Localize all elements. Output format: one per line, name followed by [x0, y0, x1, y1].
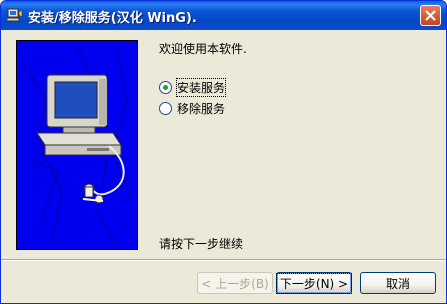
next-button[interactable]: 下一步(N) > [275, 272, 353, 294]
next-button-label: 下一步(N) > [275, 272, 353, 294]
wizard-window: 安装/移除服务(汉化 WinG). 欢迎使用本软件. 安装服务 移除服务 请按下… [0, 0, 447, 304]
close-icon [425, 10, 436, 21]
option-install[interactable]: 安装服务 [159, 77, 227, 97]
separator [1, 259, 446, 261]
radio-install[interactable] [159, 80, 172, 94]
cancel-button-label: 取消 [385, 276, 410, 291]
window-title: 安装/移除服务(汉化 WinG). [28, 11, 197, 26]
radio-remove[interactable] [159, 101, 172, 115]
welcome-text: 欢迎使用本软件. [159, 42, 247, 56]
back-button-label: < 上一步(B) [201, 276, 269, 291]
close-button[interactable] [420, 5, 441, 26]
wizard-banner-image [16, 40, 138, 250]
option-install-label[interactable]: 安装服务 [175, 77, 227, 97]
hint-text: 请按下一步继续 [159, 237, 244, 251]
option-remove-label[interactable]: 移除服务 [177, 100, 225, 117]
back-button[interactable]: < 上一步(B) [197, 272, 273, 294]
computer-illustration [36, 74, 122, 156]
option-remove[interactable]: 移除服务 [159, 100, 225, 116]
computer-icon [6, 8, 23, 22]
title-bar[interactable]: 安装/移除服务(汉化 WinG). [1, 1, 446, 30]
cancel-button[interactable]: 取消 [360, 272, 436, 294]
